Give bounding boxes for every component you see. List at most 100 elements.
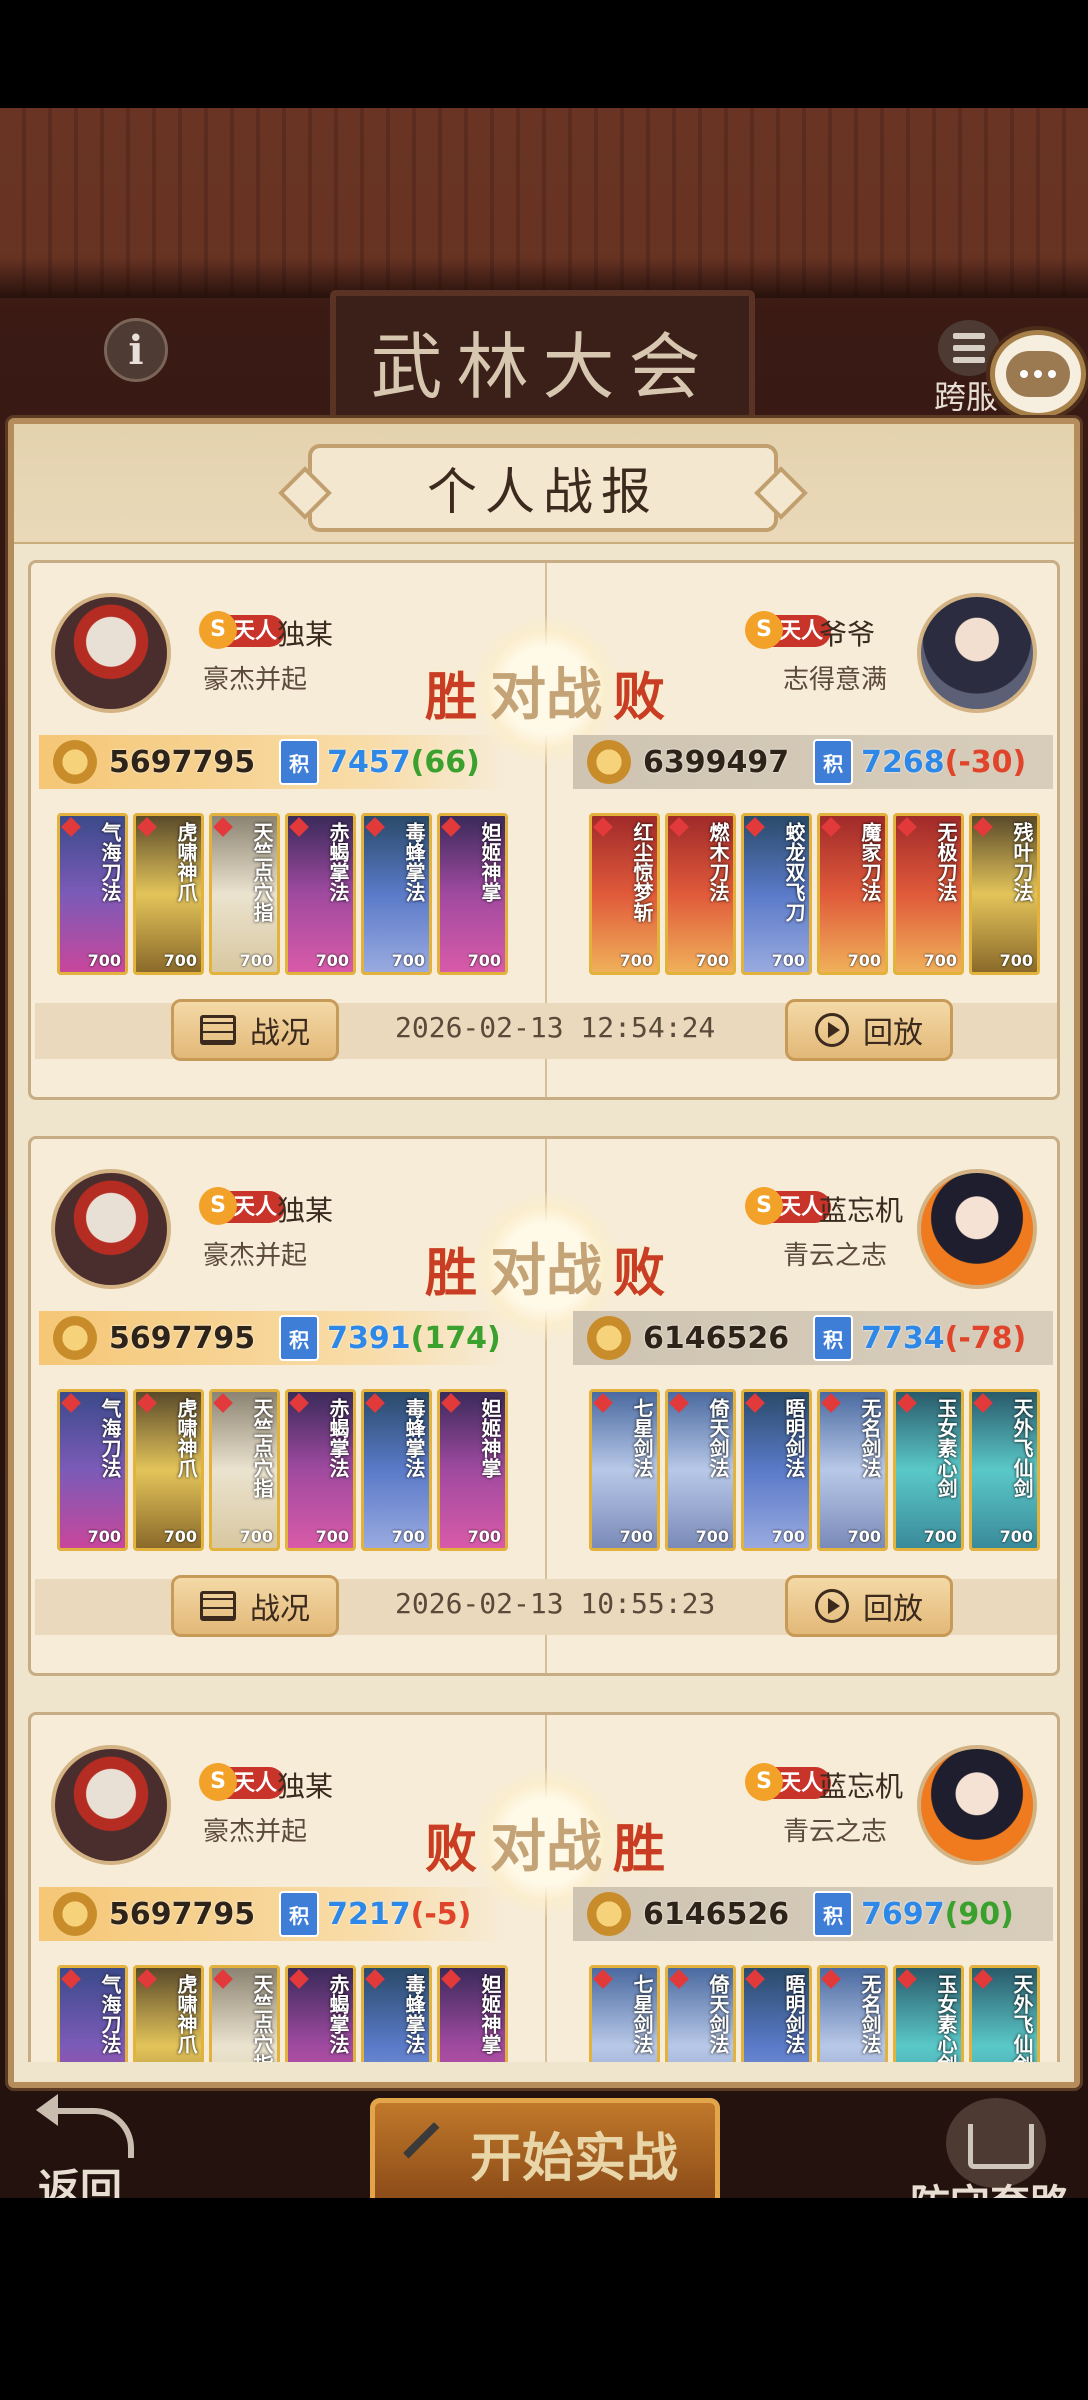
right-player-avatar[interactable]: [917, 1745, 1037, 1865]
hero-card[interactable]: 天外飞仙剑 700: [969, 1389, 1040, 1551]
rarity-gem-icon: [669, 1969, 689, 1989]
hero-card[interactable]: 天竺点穴指700: [209, 1389, 280, 1551]
left-player-avatar[interactable]: [51, 593, 171, 713]
hero-card[interactable]: 红尘惊梦斩 700: [589, 813, 660, 975]
hero-card[interactable]: 晤明剑法700: [741, 1965, 812, 2062]
hero-skill-name: 妲姬神掌: [478, 1398, 502, 1478]
right-power-bar: 6146526 积 7734 (-78): [573, 1311, 1053, 1365]
back-button[interactable]: 返回: [30, 2094, 140, 2214]
hero-card[interactable]: 玉女素心剑700: [893, 1389, 964, 1551]
battle-stats-button[interactable]: 战况: [171, 999, 339, 1061]
hero-card[interactable]: 魔家刀法 700: [817, 813, 888, 975]
list-icon: [200, 1015, 236, 1045]
battle-list[interactable]: 天人独某豪杰并起天人爷爷志得意满对战胜败5697795积7457(66)气海刀法…: [14, 560, 1074, 2062]
hero-level: 700: [467, 1527, 501, 1546]
hero-card[interactable]: 妲姬神掌700: [437, 813, 508, 975]
hero-level: 700: [923, 1527, 957, 1546]
chat-button[interactable]: [990, 330, 1086, 418]
hero-skill-name: 天外飞仙剑: [1010, 1398, 1034, 1498]
defense-routine-button[interactable]: 防守套路: [906, 2098, 1086, 2228]
hero-card[interactable]: 毒蜂掌法700: [361, 1389, 432, 1551]
hero-card[interactable]: 赤蝎掌法700: [285, 1965, 356, 2062]
replay-button[interactable]: 回放: [785, 1575, 953, 1637]
hero-card[interactable]: 虎啸神爪700: [133, 1965, 204, 2062]
info-icon[interactable]: i: [104, 318, 168, 382]
hero-card[interactable]: 赤蝎掌法700: [285, 813, 356, 975]
hero-level: 700: [999, 1527, 1033, 1546]
right-combat-power: 6146526: [643, 1320, 790, 1356]
chat-bubble-icon: [1006, 351, 1070, 397]
hero-skill-name: 毒蜂掌法: [402, 1398, 426, 1478]
hero-skill-name: 气海刀法: [98, 1398, 122, 1478]
right-player-title: 青云之志: [783, 1241, 888, 1271]
left-player-avatar[interactable]: [51, 1745, 171, 1865]
hero-skill-name: 魔家刀法: [858, 822, 882, 902]
hero-card[interactable]: 虎啸神爪700: [133, 1389, 204, 1551]
temple-roof: [0, 108, 1088, 298]
score-badge-icon: 积: [813, 1891, 854, 1937]
left-player-avatar[interactable]: [51, 1169, 171, 1289]
right-player-avatar[interactable]: [917, 593, 1037, 713]
hero-card[interactable]: 气海刀法 700: [57, 1389, 128, 1551]
hero-card[interactable]: 妲姬神掌700: [437, 1965, 508, 2062]
hero-skill-name: 气海刀法: [98, 822, 122, 902]
hero-level: 700: [923, 951, 957, 970]
back-arrow-icon: [36, 2094, 134, 2158]
hero-skill-name: 妲姬神掌: [478, 1974, 502, 2054]
hero-card[interactable]: 无名剑法700: [817, 1965, 888, 2062]
hero-skill-name: 玉女素心剑: [934, 1974, 958, 2062]
hero-level: 700: [467, 951, 501, 970]
hero-card[interactable]: 气海刀法700: [57, 813, 128, 975]
hero-card[interactable]: 妲姬神掌 700: [437, 1389, 508, 1551]
right-result: 败: [613, 1243, 666, 1304]
hero-level: 700: [847, 951, 881, 970]
start-battle-button[interactable]: 开始实战: [370, 2098, 720, 2208]
hero-card[interactable]: 七星剑法700: [589, 1965, 660, 2062]
hero-card[interactable]: 倚天剑法700: [665, 1389, 736, 1551]
hero-card[interactable]: 蛟龙双飞刀 700: [741, 813, 812, 975]
hero-card[interactable]: 天竺点穴指700: [209, 1965, 280, 2062]
hero-card[interactable]: 天外飞仙剑700: [969, 1965, 1040, 2062]
left-combat-power: 5697795: [109, 744, 256, 780]
hero-level: 700: [87, 1527, 121, 1546]
panel-title: 个人战报: [308, 444, 778, 532]
rarity-gem-icon: [61, 1969, 81, 1989]
hero-card[interactable]: 赤蝎掌法700: [285, 1389, 356, 1551]
replay-button[interactable]: 回放: [785, 999, 953, 1061]
hero-card[interactable]: 无名剑法700: [817, 1389, 888, 1551]
right-score-delta: (90): [944, 1896, 1014, 1932]
hero-card[interactable]: 晤明剑法700: [741, 1389, 812, 1551]
right-player-avatar[interactable]: [917, 1169, 1037, 1289]
cross-server-label: 跨服: [934, 378, 999, 416]
hero-card[interactable]: 燃木刀法 700: [665, 813, 736, 975]
left-team-lineup: 气海刀法700虎啸神爪700天竺点穴指700赤蝎掌法700毒蜂掌法700妲姬神掌…: [57, 1389, 508, 1551]
hero-card[interactable]: 倚天剑法700: [665, 1965, 736, 2062]
game-screen: { "header": { "plaque_title": "武林大会", "i…: [0, 0, 1088, 2400]
battle-report-card: 天人独某豪杰并起天人蓝忘机青云之志对战败胜5697795积7217(-5)气海刀…: [28, 1712, 1060, 2062]
left-result: 败: [425, 1819, 478, 1880]
hero-card[interactable]: 玉女素心剑700: [893, 1965, 964, 2062]
list-icon: [200, 1591, 236, 1621]
hero-level: 700: [999, 951, 1033, 970]
left-player-title: 豪杰并起: [203, 1817, 308, 1847]
hero-card[interactable]: 毒蜂掌法700: [361, 1965, 432, 2062]
rarity-gem-icon: [289, 817, 309, 837]
hero-skill-name: 天外飞仙剑: [1010, 1974, 1034, 2062]
hero-card[interactable]: 虎啸神爪700: [133, 813, 204, 975]
hero-card[interactable]: 毒蜂掌法700: [361, 813, 432, 975]
hero-card[interactable]: 气海刀法700: [57, 1965, 128, 2062]
battle-stats-button[interactable]: 战况: [171, 1575, 339, 1637]
hero-card[interactable]: 残叶刀法 700: [969, 813, 1040, 975]
left-player-name: 独某: [277, 1194, 334, 1227]
right-combat-power: 6146526: [643, 1896, 790, 1932]
rarity-gem-icon: [973, 817, 993, 837]
rarity-gem-icon: [137, 817, 157, 837]
hero-card[interactable]: 七星剑法700: [589, 1389, 660, 1551]
right-result: 胜: [613, 1819, 666, 1880]
hero-level: 700: [847, 1527, 881, 1546]
left-player-title: 豪杰并起: [203, 1241, 308, 1271]
hero-card[interactable]: 天竺点穴指700: [209, 813, 280, 975]
hero-card[interactable]: 无极刀法 700: [893, 813, 964, 975]
hero-level: 700: [315, 951, 349, 970]
hero-skill-name: 七星剑法: [630, 1974, 654, 2054]
